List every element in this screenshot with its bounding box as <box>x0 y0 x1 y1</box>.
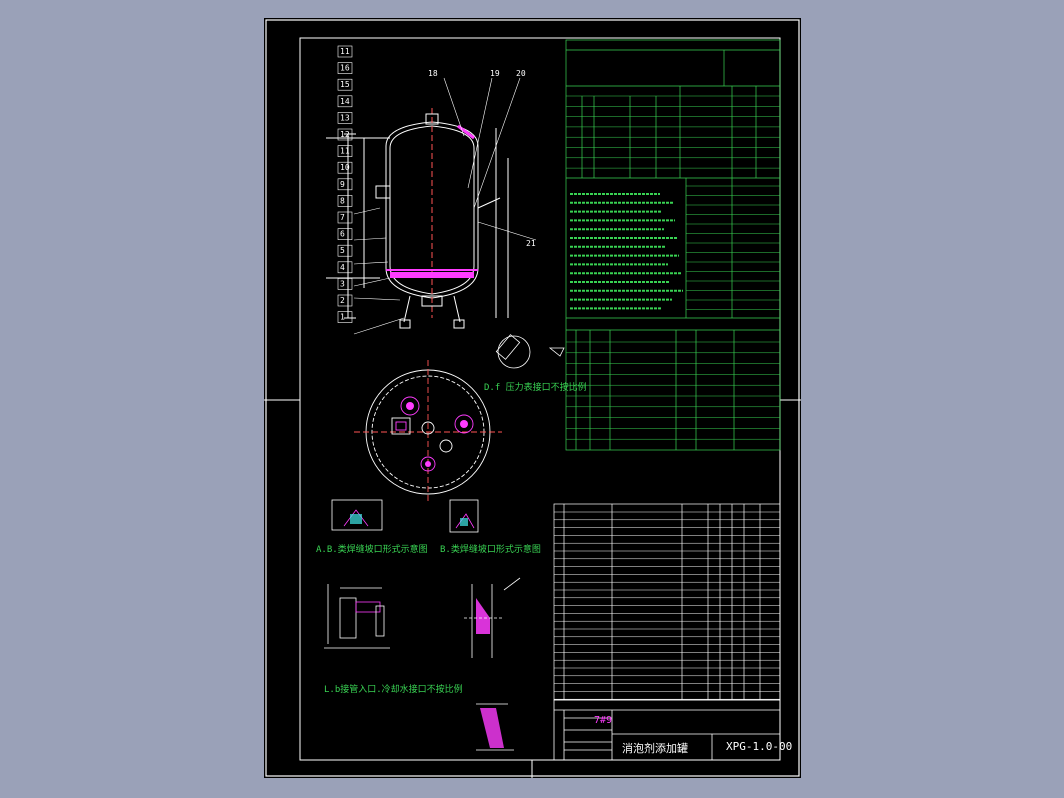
callout-number: 13 <box>340 113 350 122</box>
weld-detail-a <box>331 499 383 531</box>
callout-number: 2 <box>340 296 345 305</box>
callout-number: 7 <box>340 213 345 222</box>
callout-18: 18 <box>428 69 438 78</box>
callout-number: 1 <box>340 313 345 322</box>
callouts-left: 11 16 15 14 13 12 11 10 9 8 7 6 5 4 3 2 1 <box>337 45 353 323</box>
callout-number: 16 <box>340 64 350 73</box>
callout-number: 3 <box>340 279 345 288</box>
callout-number: 8 <box>340 196 345 205</box>
note-weld-a: A.B.类焊缝坡口形式示意图 <box>316 545 428 555</box>
mass-label: 7#9 <box>594 715 613 726</box>
callout-number: 10 <box>340 163 350 172</box>
callout-number: 4 <box>340 263 345 272</box>
flange-detail <box>324 584 390 649</box>
callout-20: 20 <box>516 69 526 78</box>
cad-drawing: 1116151413121110987654321 18 19 20 21 <box>264 19 801 778</box>
callout-number: 9 <box>340 180 345 189</box>
callout-number: 6 <box>340 230 345 239</box>
callout-number: 11 <box>340 147 350 156</box>
drawing-title: 消泡剂添加罐 <box>622 742 688 755</box>
callout-number: 14 <box>340 97 350 106</box>
vessel-elevation <box>326 108 509 329</box>
note-nozzle-lbd: L.b接管入口.冷却水接口不按比例 <box>324 685 463 695</box>
nozzle-section-detail <box>464 577 521 658</box>
drawing-code: XPG-1.0-00 <box>726 740 793 753</box>
note-weld-b: B.类焊缝坡口形式示意图 <box>440 545 541 555</box>
drawing-sheet: 11 16 15 14 13 12 11 10 9 8 7 6 5 4 3 2 1 18 19 20 21 <box>264 18 801 778</box>
weld-detail-b <box>449 499 479 533</box>
note-nozzle-f: D.f 压力表接口不按比例 <box>484 383 587 393</box>
callout-number: 12 <box>340 130 350 139</box>
bom-rows <box>554 511 780 700</box>
nozzle-table-rows <box>566 341 780 440</box>
callout-number: 15 <box>340 80 350 89</box>
callout-19: 19 <box>490 69 500 78</box>
callout-21: 21 <box>526 239 536 248</box>
nozzle-detail-f <box>495 334 565 369</box>
bom-table <box>553 503 781 701</box>
spec-table <box>565 39 781 451</box>
plan-view <box>354 360 502 504</box>
shell-section-detail <box>476 703 514 751</box>
callout-number: 11 <box>340 47 350 56</box>
tech-requirements-text <box>570 193 683 310</box>
callout-number: 5 <box>340 246 345 255</box>
